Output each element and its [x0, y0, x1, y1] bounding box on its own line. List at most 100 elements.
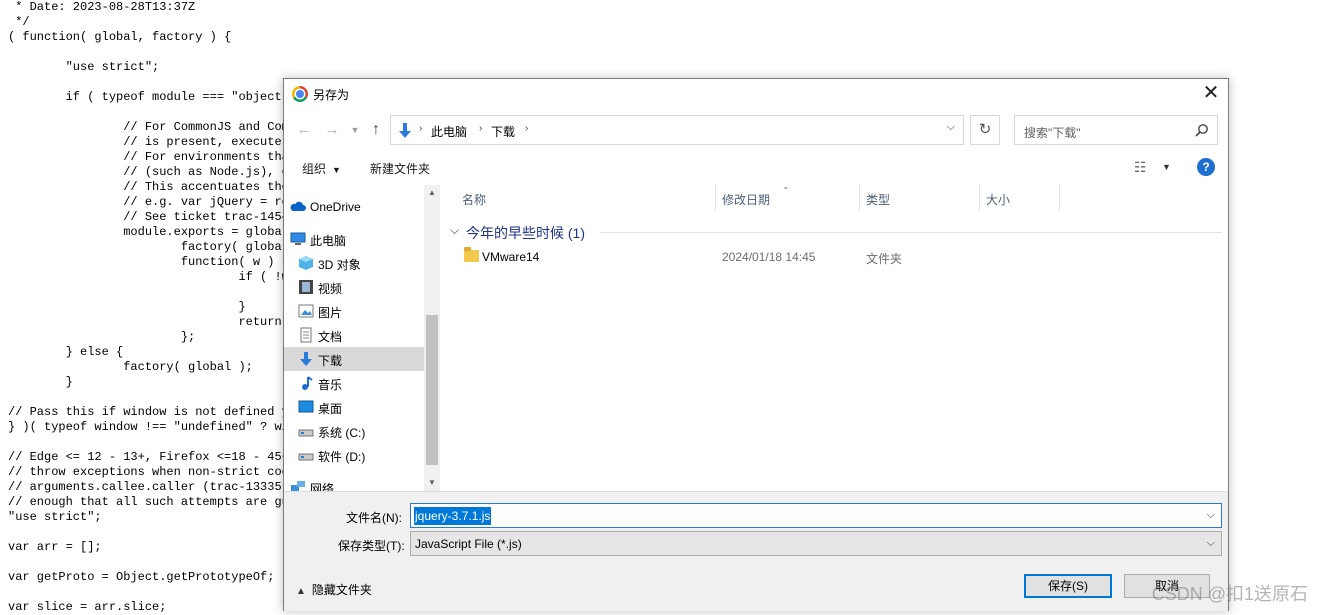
file-date: 2024/01/18 14:45 [722, 250, 816, 264]
save-button[interactable]: 保存(S) [1024, 574, 1112, 598]
sidebar-item[interactable]: 网络 [284, 475, 424, 491]
code-line: var getProto = Object.getPrototypeOf; [8, 570, 275, 584]
code-line: function( w ) { [8, 255, 289, 269]
sidebar-item[interactable]: 3D 对象 [284, 251, 424, 275]
search-icon [1195, 124, 1208, 137]
column-header-size[interactable]: 大小 [980, 185, 1060, 211]
filetype-label: 保存类型(T): [338, 539, 405, 553]
collapse-chevron-icon[interactable]: ⌵ [450, 223, 459, 238]
code-line: } [8, 300, 246, 314]
filename-dropdown-chevron-icon[interactable]: ⌵ [1207, 509, 1215, 522]
sidebar-item[interactable]: 音乐 [284, 371, 424, 395]
new-folder-button[interactable]: 新建文件夹 [370, 160, 430, 177]
chrome-icon [292, 86, 308, 102]
cloud-icon [290, 199, 306, 215]
group-divider [600, 232, 1222, 233]
watermark: CSDN @扣1送原石 [1151, 584, 1308, 604]
code-line: * Date: 2023-08-28T13:37Z [8, 0, 196, 14]
sidebar-item[interactable]: 文档 [284, 323, 424, 347]
filename-value[interactable]: jquery-3.7.1.js [414, 507, 492, 525]
breadcrumb-separator[interactable]: › [479, 123, 482, 134]
code-line: } [8, 375, 73, 389]
up-arrow-icon[interactable]: ↑ [366, 119, 386, 141]
recent-locations-chevron-icon[interactable]: ▼ [348, 119, 362, 141]
code-line: if ( !w. [8, 270, 297, 284]
back-arrow-icon[interactable]: ← [294, 119, 314, 141]
organize-button[interactable]: 组织 ▼ [302, 160, 341, 177]
code-line: factory( global ); [8, 360, 253, 374]
file-row[interactable]: VMware14 2024/01/18 14:45 文件夹 [450, 247, 1222, 269]
column-header-name[interactable]: 名称 [444, 185, 716, 211]
sidebar-item-label: 文档 [318, 330, 343, 344]
command-toolbar: 组织 ▼ 新建文件夹 ☷ ▼ ? [284, 155, 1228, 181]
address-bar[interactable]: › 此电脑 › 下载 › ⌵ [390, 115, 964, 145]
sidebar-item-label: 音乐 [318, 378, 343, 392]
breadcrumb-downloads[interactable]: 下载 [491, 123, 515, 140]
music-icon [298, 375, 314, 391]
sidebar-item[interactable]: 桌面 [284, 395, 424, 419]
help-icon[interactable]: ? [1197, 158, 1215, 176]
sidebar-item[interactable]: 图片 [284, 299, 424, 323]
column-label: 修改日期 [722, 193, 771, 207]
sidebar-item[interactable]: 软件 (D:) [284, 443, 424, 467]
code-line: // (such as Node.js), ex [8, 165, 297, 179]
refresh-icon[interactable]: ↻ [970, 115, 1000, 145]
filename-label: 文件名(N): [346, 511, 402, 525]
sort-chevron-icon: ⌄ [782, 181, 790, 191]
code-line: // is present, execute t [8, 135, 297, 149]
sidebar-item[interactable]: OneDrive [284, 195, 424, 219]
code-line: // e.g. var jQuery = req [8, 195, 297, 209]
dialog-titlebar: 另存为 ✕ [284, 79, 1228, 109]
hide-folders-toggle[interactable]: ▲ 隐藏文件夹 [296, 581, 372, 598]
drive-icon [298, 447, 314, 463]
sidebar-item-label: 桌面 [318, 402, 343, 416]
column-label: 大小 [986, 193, 1011, 207]
scrollbar-thumb[interactable] [426, 315, 438, 465]
filetype-select[interactable]: JavaScript File (*.js) ⌵ [410, 531, 1222, 556]
sidebar-item[interactable]: 此电脑 [284, 227, 424, 251]
computer-icon [290, 231, 306, 247]
close-button[interactable]: ✕ [1194, 79, 1228, 109]
scroll-up-arrow-icon[interactable]: ▲ [424, 185, 440, 201]
sidebar-item-label: 视频 [318, 282, 343, 296]
column-label: 名称 [462, 193, 487, 207]
group-label: 今年的早些时候 (1) [466, 225, 585, 241]
save-options-panel: 文件名(N): jquery-3.7.1.js ⌵ 保存类型(T): JavaS… [284, 491, 1228, 611]
breadcrumb-this-pc[interactable]: 此电脑 [431, 123, 467, 140]
code-line: // arguments.callee.caller (trac-13335). [8, 480, 297, 494]
dialog-title: 另存为 [313, 88, 350, 102]
search-input[interactable]: 搜索"下载" [1014, 115, 1218, 145]
file-list: 名称 修改日期 ⌄ 类型 大小 ⌵ 今年的早些时候 (1) VMware14 2… [444, 181, 1228, 491]
view-list-icon: ☷ [1134, 159, 1147, 175]
sidebar-item-label: 系统 (C:) [318, 426, 366, 440]
column-header-type[interactable]: 类型 [860, 185, 980, 211]
save-as-dialog: 另存为 ✕ ← → ▼ ↑ › 此电脑 › 下载 › ⌵ ↻ 搜索"下载" 组织… [283, 78, 1229, 611]
forward-arrow-icon[interactable]: → [322, 119, 342, 141]
change-view-button[interactable]: ☷ ▼ [1134, 159, 1171, 177]
code-line: factory( global, [8, 240, 297, 254]
filename-input[interactable]: jquery-3.7.1.js ⌵ [410, 503, 1222, 528]
network-icon [290, 479, 306, 491]
breadcrumb-separator: › [419, 123, 423, 134]
chevron-up-icon: ▲ [296, 586, 306, 597]
sidebar-item[interactable]: 下载 [284, 347, 424, 371]
sidebar-item[interactable]: 系统 (C:) [284, 419, 424, 443]
hide-folders-label: 隐藏文件夹 [311, 583, 372, 597]
code-line: "use strict"; [8, 510, 102, 524]
filetype-dropdown-chevron-icon[interactable]: ⌵ [1207, 537, 1215, 550]
address-dropdown-chevron-icon[interactable]: ⌵ [947, 121, 955, 134]
download-icon [298, 351, 314, 367]
group-header[interactable]: ⌵ 今年的早些时候 (1) [450, 223, 1222, 243]
column-label: 类型 [866, 193, 891, 207]
code-line: module.exports = global. [8, 225, 297, 239]
nav-pane-scrollbar[interactable]: ▲ ▼ [424, 185, 440, 491]
breadcrumb-separator[interactable]: › [525, 123, 528, 134]
code-line: // See ticket trac-14549 [8, 210, 297, 224]
code-line: "use strict"; [8, 60, 160, 74]
sidebar-item[interactable]: 视频 [284, 275, 424, 299]
scroll-down-arrow-icon[interactable]: ▼ [424, 475, 440, 491]
video-icon [298, 279, 314, 295]
code-line: // Edge <= 12 - 13+, Firefox <=18 - 45+, [8, 450, 297, 464]
code-line: */ [8, 15, 30, 29]
code-line: // This accentuates the [8, 180, 289, 194]
